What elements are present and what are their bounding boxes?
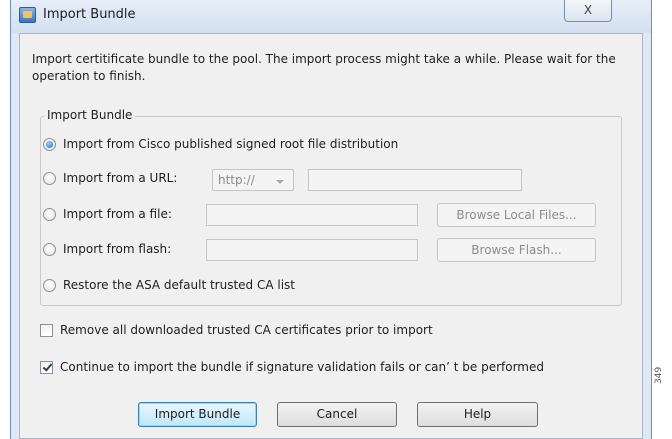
close-button[interactable]: X (564, 0, 612, 22)
radio-file[interactable] (43, 208, 56, 221)
option-label: Import from a file: (63, 207, 172, 221)
radio-restore-default[interactable] (43, 279, 56, 292)
file-path-input[interactable] (206, 204, 418, 226)
radio-url[interactable] (43, 172, 56, 185)
browse-local-files-button[interactable]: Browse Local Files... (437, 203, 596, 227)
url-protocol-select[interactable]: http:// (212, 169, 294, 191)
chevron-down-icon (276, 180, 284, 184)
option-url: Import from a URL: http:// (43, 169, 603, 191)
flash-path-input[interactable] (206, 239, 418, 261)
checkbox-label: Continue to import the bundle if signatu… (60, 360, 544, 374)
certificate-bundle-icon (19, 7, 36, 23)
url-input[interactable] (308, 169, 522, 191)
option-flash: Import from flash: Browse Flash... (43, 238, 603, 262)
remove-downloaded-checkbox[interactable] (40, 324, 53, 337)
radio-flash[interactable] (43, 243, 56, 256)
checkbox-label: Remove all downloaded trusted CA certifi… (60, 323, 433, 337)
option-cisco-distribution[interactable]: Import from Cisco published signed root … (43, 135, 603, 155)
close-icon: X (583, 3, 593, 17)
window-title: Import Bundle (43, 7, 136, 22)
continue-on-failure-checkbox[interactable] (40, 361, 53, 374)
checkbox-continue-on-failure[interactable]: Continue to import the bundle if signatu… (40, 359, 620, 379)
figure-id-label: 349 (654, 366, 664, 384)
cancel-button[interactable]: Cancel (277, 402, 397, 427)
checkbox-remove-downloaded[interactable]: Remove all downloaded trusted CA certifi… (40, 322, 600, 342)
intro-text: Import certitificate bundle to the pool.… (32, 52, 616, 83)
dialog-content: Import certitificate bundle to the pool.… (19, 33, 643, 439)
import-bundle-button[interactable]: Import Bundle (138, 402, 257, 427)
option-file: Import from a file: Browse Local Files..… (43, 203, 603, 227)
import-bundle-dialog: Import Bundle X Import certitificate bun… (10, 0, 652, 439)
option-restore-default[interactable]: Restore the ASA default trusted CA list (43, 276, 603, 296)
radio-cisco-distribution[interactable] (43, 138, 56, 151)
title-bar[interactable]: Import Bundle X (11, 0, 651, 33)
option-label: Import from a URL: (63, 171, 178, 185)
option-label: Import from flash: (63, 242, 172, 256)
option-label: Restore the ASA default trusted CA list (63, 278, 296, 292)
url-protocol-value: http:// (218, 173, 255, 187)
help-button[interactable]: Help (417, 402, 538, 427)
group-legend: Import Bundle (44, 108, 136, 122)
browse-flash-button[interactable]: Browse Flash... (437, 238, 596, 262)
option-label: Import from Cisco published signed root … (63, 137, 399, 151)
